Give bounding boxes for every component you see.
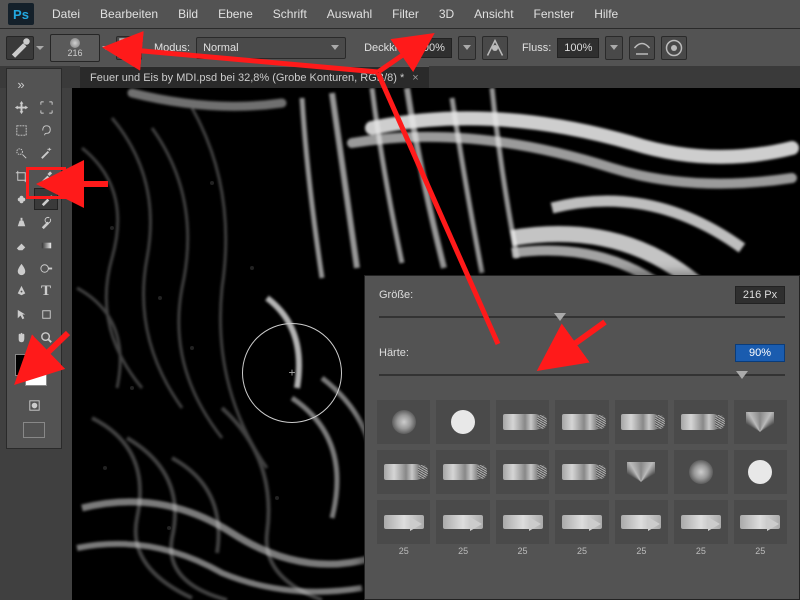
toolbox: » T — [6, 68, 62, 449]
brush-tip-hard-round[interactable] — [734, 450, 787, 494]
menu-type[interactable]: Schrift — [263, 7, 317, 21]
brush-tip-flat[interactable] — [377, 450, 430, 494]
chevron-down-icon — [331, 45, 339, 50]
zoom-tool[interactable] — [34, 326, 58, 348]
options-bar: 216 Modus: Normal Deckkr.: 100% Fluss: 1… — [0, 28, 800, 66]
menu-help[interactable]: Hilfe — [584, 7, 628, 21]
brush-tip-round[interactable] — [674, 400, 727, 444]
opacity-dropdown-arrow[interactable] — [458, 36, 476, 60]
chevron-down-icon[interactable] — [36, 46, 44, 50]
brush-tip-flat[interactable] — [615, 400, 668, 444]
brush-settings-panel: Größe: 216 Px Härte: 90% 25 25 25 25 25 — [364, 275, 800, 600]
brush-tip-fan[interactable] — [615, 450, 668, 494]
brush-tip-pencil[interactable]: 25 — [496, 500, 549, 544]
brush-tip-grid: 25 25 25 25 25 25 25 — [365, 392, 799, 552]
menu-bar: Ps Datei Bearbeiten Bild Ebene Schrift A… — [0, 0, 800, 28]
gradient-tool[interactable] — [34, 234, 58, 256]
brush-tip-flat[interactable] — [436, 450, 489, 494]
shape-tool[interactable] — [34, 303, 58, 325]
menu-layer[interactable]: Ebene — [208, 7, 263, 21]
expand-toolbox-icon[interactable]: » — [9, 73, 33, 95]
airbrush-icon[interactable] — [629, 36, 655, 60]
brush-tip-hard-round[interactable] — [436, 400, 489, 444]
brush-size-slider[interactable] — [379, 310, 785, 324]
slider-handle[interactable] — [554, 313, 566, 321]
chevron-down-icon[interactable] — [102, 46, 110, 50]
brush-cursor — [242, 323, 342, 423]
history-brush-tool[interactable] — [34, 211, 58, 233]
eraser-tool[interactable] — [9, 234, 33, 256]
brush-tip-soft-round[interactable] — [674, 450, 727, 494]
mode-label: Modus: — [154, 42, 190, 54]
brush-tool[interactable] — [34, 188, 58, 210]
brush-tip-airbrush[interactable]: 25 — [674, 500, 727, 544]
flow-dropdown-arrow[interactable] — [605, 36, 623, 60]
brush-preset-picker[interactable]: 216 — [50, 34, 100, 62]
document-tabs: Feuer und Eis by MDI.psd bei 32,8% (Grob… — [0, 66, 800, 88]
brush-size-field[interactable]: 216 Px — [735, 286, 785, 304]
flow-field[interactable]: 100% — [557, 38, 599, 58]
blur-tool[interactable] — [9, 257, 33, 279]
foreground-color-swatch[interactable] — [15, 354, 37, 376]
brush-tip-pencil[interactable]: 25 — [436, 500, 489, 544]
opacity-field[interactable]: 100% — [410, 38, 452, 58]
pen-tool[interactable] — [9, 280, 33, 302]
artboard-tool[interactable] — [34, 96, 58, 118]
brush-hardness-field[interactable]: 90% — [735, 344, 785, 362]
menu-window[interactable]: Fenster — [524, 7, 585, 21]
brush-tip-airbrush[interactable]: 25 — [734, 500, 787, 544]
menu-filter[interactable]: Filter — [382, 7, 429, 21]
document-tab[interactable]: Feuer und Eis by MDI.psd bei 32,8% (Grob… — [80, 66, 429, 88]
dodge-tool[interactable] — [34, 257, 58, 279]
tablet-pressure-opacity-icon[interactable] — [482, 36, 508, 60]
brush-hardness-slider[interactable] — [379, 368, 785, 382]
brush-tip-flat[interactable] — [555, 450, 608, 494]
menu-select[interactable]: Auswahl — [317, 7, 382, 21]
brush-thumbnail — [70, 38, 80, 48]
slider-handle[interactable] — [736, 371, 748, 379]
menu-3d[interactable]: 3D — [429, 7, 464, 21]
path-select-tool[interactable] — [9, 303, 33, 325]
brush-tip-fan[interactable] — [734, 400, 787, 444]
screen-mode-icon[interactable] — [23, 422, 45, 438]
opacity-label: Deckkr.: — [364, 42, 404, 54]
menu-view[interactable]: Ansicht — [464, 7, 523, 21]
hand-tool[interactable] — [9, 326, 33, 348]
brush-tip-pencil[interactable]: 25 — [555, 500, 608, 544]
document-tab-title: Feuer und Eis by MDI.psd bei 32,8% (Grob… — [90, 72, 404, 84]
quick-select-tool[interactable] — [9, 142, 33, 164]
magic-wand-tool[interactable] — [34, 142, 58, 164]
close-icon[interactable]: × — [412, 72, 418, 84]
brush-tip-soft-round[interactable] — [377, 400, 430, 444]
menu-image[interactable]: Bild — [168, 7, 208, 21]
brush-size-label: 216 — [67, 48, 82, 58]
menu-edit[interactable]: Bearbeiten — [90, 7, 168, 21]
tablet-pressure-size-icon[interactable] — [661, 36, 687, 60]
menu-file[interactable]: Datei — [42, 7, 90, 21]
brush-palette-icon[interactable] — [116, 36, 142, 60]
brush-tip-flat[interactable] — [496, 400, 549, 444]
type-tool[interactable]: T — [34, 280, 58, 302]
brush-hardness-label: Härte: — [379, 347, 433, 359]
move-tool[interactable] — [9, 96, 33, 118]
brush-tip-flat[interactable] — [555, 400, 608, 444]
brush-tip-pencil[interactable]: 25 — [377, 500, 430, 544]
color-swatches — [9, 352, 59, 394]
flow-label: Fluss: — [522, 42, 551, 54]
quick-mask-icon[interactable] — [22, 394, 46, 416]
clone-stamp-tool[interactable] — [9, 211, 33, 233]
blend-mode-dropdown[interactable]: Normal — [196, 37, 346, 59]
tool-preset-picker[interactable] — [6, 36, 34, 60]
app-logo: Ps — [8, 3, 34, 25]
blend-mode-value: Normal — [203, 42, 238, 54]
marquee-tool[interactable] — [9, 119, 33, 141]
lasso-tool[interactable] — [34, 119, 58, 141]
brush-tip-flat[interactable] — [496, 450, 549, 494]
crop-tool[interactable] — [9, 165, 33, 187]
eyedropper-tool[interactable] — [34, 165, 58, 187]
brush-size-label: Größe: — [379, 289, 433, 301]
brush-tip-airbrush[interactable]: 25 — [615, 500, 668, 544]
healing-brush-tool[interactable] — [9, 188, 33, 210]
